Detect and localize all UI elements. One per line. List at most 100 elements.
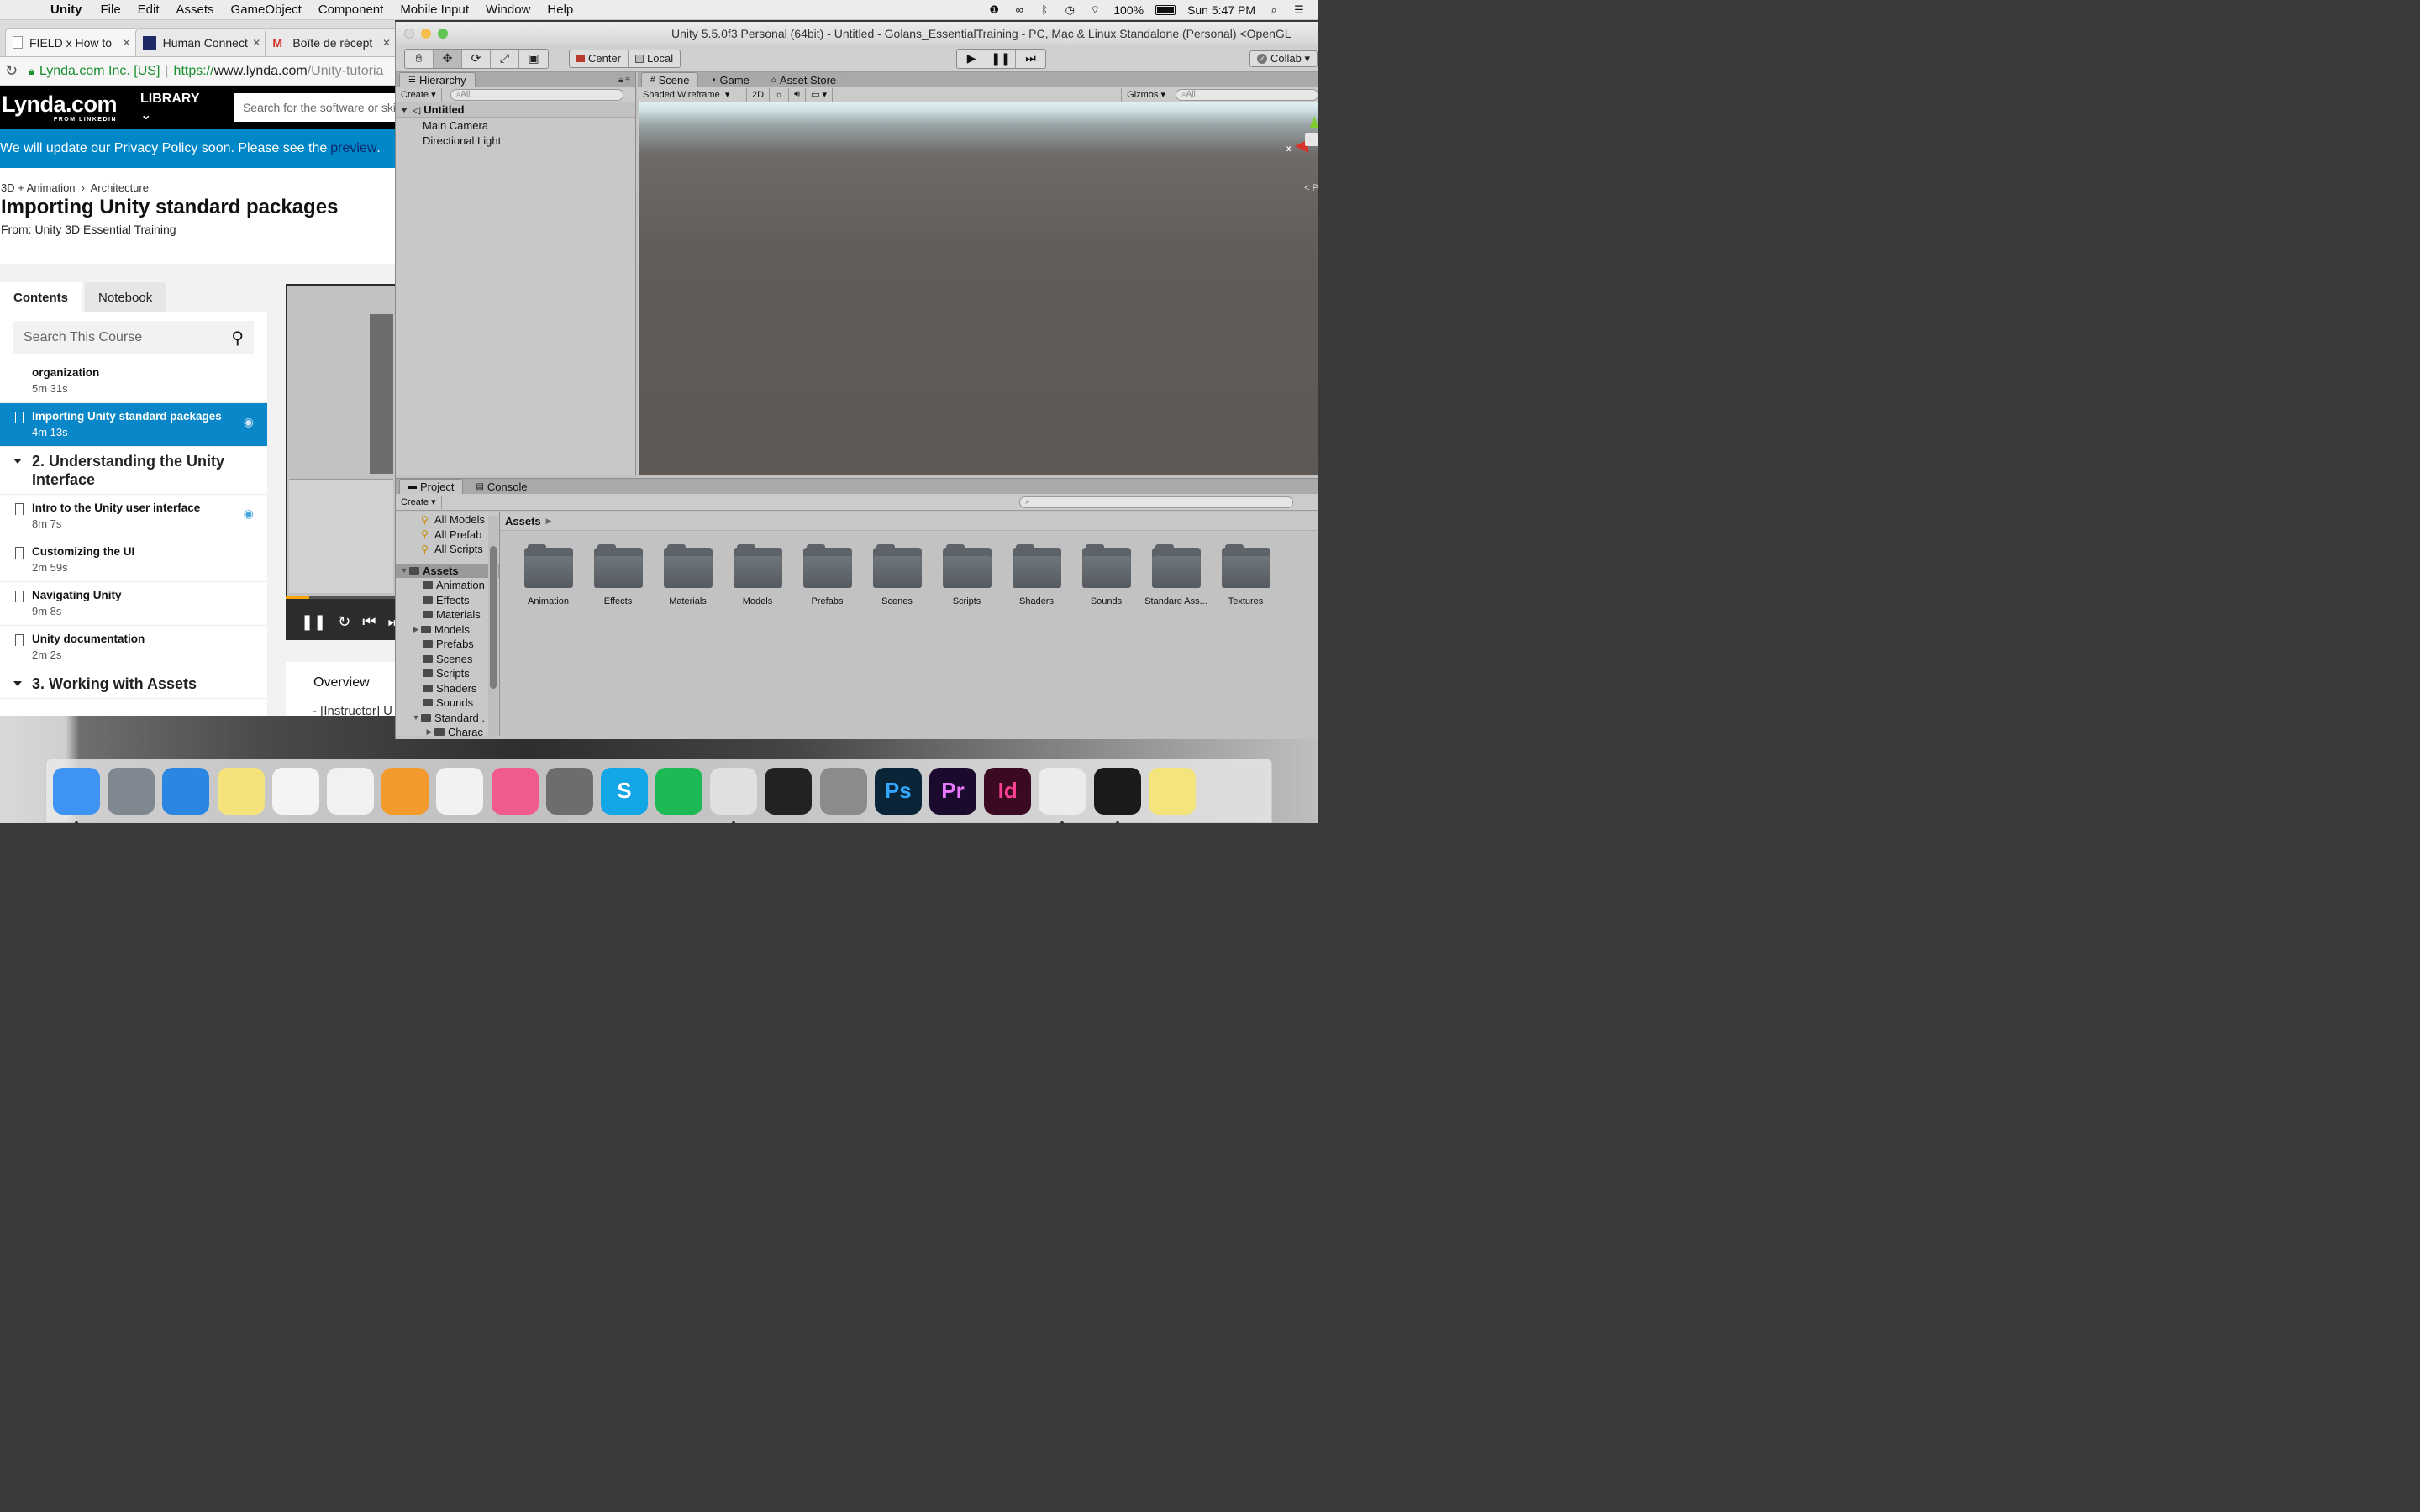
tree-scrollbar[interactable] [488, 516, 498, 736]
chrome-tab-human-connect[interactable]: Human Connect ✕ [134, 28, 269, 56]
chrome-tab-field[interactable]: FIELD x How to ✕ [5, 28, 139, 56]
premiere-icon[interactable]: Pr [929, 767, 976, 815]
itunes-icon[interactable] [491, 767, 539, 815]
hand-tool-icon[interactable]: ✋︎ [405, 49, 434, 68]
pages-icon[interactable] [381, 767, 429, 815]
asset-folder[interactable]: Materials [653, 544, 723, 606]
scale-tool-icon[interactable]: ⤢ [491, 49, 519, 68]
favorite-item[interactable]: ⚲ All Prefab [396, 528, 499, 543]
scene-viewport[interactable]: x < P [639, 102, 1318, 475]
tree-item[interactable]: Materials [396, 607, 499, 622]
reload-icon[interactable]: ↻ [5, 62, 24, 80]
course-search-input[interactable]: Search This Course ⚲ [13, 321, 254, 354]
menu-assets[interactable]: Assets [168, 3, 223, 17]
asset-folder[interactable]: Effects [583, 544, 653, 606]
replay-icon[interactable]: ↻ [338, 613, 350, 631]
tree-item[interactable]: Scripts [396, 666, 499, 681]
list-item[interactable]: organization 5m 31s [0, 363, 267, 403]
skip-back-icon[interactable]: ⏮ [362, 613, 376, 631]
skip-forward-icon[interactable]: ⏭ [387, 613, 395, 631]
course-from[interactable]: From: Unity 3D Essential Training [0, 219, 395, 236]
pause-icon[interactable]: ❚❚ [301, 613, 326, 631]
rect-tool-icon[interactable]: ▣ [519, 50, 548, 68]
shading-mode-dropdown[interactable]: Shaded Wireframe ▾ [638, 87, 747, 102]
play-icon[interactable]: ▶ [957, 49, 987, 68]
close-tab-icon[interactable]: ✕ [382, 37, 391, 49]
list-item[interactable]: Customizing the UI 2m 59s [0, 538, 267, 582]
hierarchy-item[interactable]: Directional Light [396, 133, 635, 148]
menu-edit[interactable]: Edit [129, 3, 168, 17]
chapter-heading[interactable]: 2. Understanding the Unity Interface [0, 447, 267, 495]
tree-item[interactable]: Prefabs [396, 637, 499, 652]
tab-notebook[interactable]: Notebook [85, 282, 166, 312]
asset-folder[interactable]: Shaders [1002, 544, 1071, 606]
tree-assets-root[interactable]: ▼ Assets [396, 563, 499, 578]
2d-toggle[interactable]: 2D [747, 87, 771, 102]
indesign-icon[interactable]: Id [984, 767, 1032, 815]
close-tab-icon[interactable]: ✕ [252, 37, 260, 49]
breadcrumb-3d-animation[interactable]: 3D + Animation [1, 181, 76, 194]
zoom-window-icon[interactable] [438, 28, 448, 39]
breadcrumb-architecture[interactable]: Architecture [91, 181, 149, 194]
trash-icon[interactable] [1218, 767, 1265, 815]
menubar-clock[interactable]: Sun 5:47 PM [1187, 3, 1255, 17]
menu-component[interactable]: Component [310, 3, 392, 17]
lynda-search-input[interactable]: Search for the software or skill [234, 93, 395, 122]
effects-icon[interactable]: ▭ ▾ [806, 87, 834, 102]
scene-search-input[interactable]: ⌕All [1176, 88, 1318, 101]
wifi-icon[interactable]: ⌔ [1088, 3, 1102, 17]
asset-folder[interactable]: Scripts [932, 544, 1002, 606]
asset-folder[interactable]: Scenes [862, 544, 932, 606]
menu-file[interactable]: File [92, 3, 129, 17]
bookmark-icon[interactable] [15, 591, 24, 606]
orientation-gizmo[interactable]: x [1285, 113, 1318, 171]
create-dropdown[interactable]: Create ▾ [396, 495, 442, 509]
video-progress-bar[interactable] [286, 596, 395, 599]
pause-icon[interactable]: ❚❚ [986, 49, 1017, 68]
tab-asset-store[interactable]: ⌂ Asset Store [761, 72, 846, 87]
tree-item[interactable]: ▶ Charac [396, 725, 499, 736]
spotify-icon[interactable] [655, 767, 703, 815]
chrome-icon[interactable] [710, 767, 758, 824]
bookmark-icon[interactable] [15, 412, 24, 428]
creative-cloud-icon[interactable]: ∞ [1013, 3, 1026, 17]
stickies-icon[interactable] [1148, 767, 1196, 815]
asset-folder[interactable]: Standard Ass... [1141, 544, 1211, 606]
gizmo-center-cube[interactable] [1305, 133, 1318, 146]
project-search-input[interactable]: ⌕ [1019, 496, 1293, 508]
asset-folder[interactable]: Sounds [1071, 544, 1141, 606]
collab-button[interactable]: ✓ Collab ▾ [1249, 50, 1318, 67]
asset-folder[interactable]: Prefabs [792, 544, 862, 606]
library-menu[interactable]: LIBRARY ⌄ [140, 92, 211, 123]
spotlight-icon[interactable]: ⌕ [1267, 3, 1281, 17]
search-icon[interactable]: ⚲ [231, 328, 244, 349]
menu-help[interactable]: Help [539, 3, 581, 17]
safari-icon[interactable] [162, 767, 210, 815]
site-identity[interactable]: Lynda.com Inc. [US] [39, 64, 160, 79]
tree-item[interactable]: ▼ Standard . [396, 711, 499, 726]
favorite-item[interactable]: ⚲ All Scripts [396, 542, 499, 557]
reminders-icon[interactable] [271, 767, 319, 815]
close-tab-icon[interactable]: ✕ [123, 37, 131, 49]
move-tool-icon[interactable]: ✥ [434, 49, 462, 68]
tree-item[interactable]: Effects [396, 593, 499, 608]
hierarchy-search-input[interactable]: ⌕All [450, 88, 623, 101]
photoshop-icon[interactable]: Ps [874, 767, 922, 815]
launchpad-icon[interactable] [108, 767, 155, 815]
expand-triangle-icon[interactable]: ▶ [424, 727, 434, 736]
chrome-tab-gmail[interactable]: M Boîte de récept ✕ [265, 28, 395, 56]
notification-center-icon[interactable]: ☰ [1292, 3, 1306, 17]
pivot-center-button[interactable]: Center [570, 50, 629, 67]
asset-folder[interactable]: Animation [513, 544, 583, 606]
gizmos-dropdown[interactable]: Gizmos ▾ [1121, 87, 1171, 102]
collapse-triangle-icon[interactable] [13, 681, 22, 686]
rhino-icon[interactable] [819, 767, 867, 815]
privacy-preview-link[interactable]: preview [330, 141, 376, 156]
tab-contents[interactable]: Contents [0, 282, 82, 312]
close-window-icon[interactable] [404, 28, 414, 39]
video-player[interactable]: ❚❚ ↻ ⏮ ⏭ [286, 284, 395, 640]
address-bar[interactable]: ↻ 🔒︎ Lynda.com Inc. [US] | https:// www.… [0, 57, 395, 86]
list-item[interactable]: Intro to the Unity user interface 8m 7s … [0, 495, 267, 538]
tab-project[interactable]: ▬ Project [399, 479, 464, 494]
asset-folder[interactable]: Models [723, 544, 792, 606]
